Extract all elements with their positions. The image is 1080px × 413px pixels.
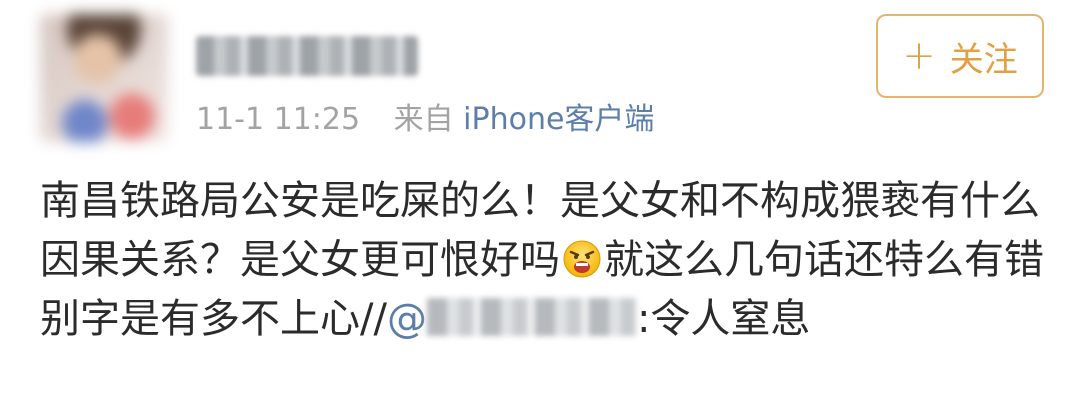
plus-icon: +: [902, 33, 936, 79]
post-timestamp: 11-1 11:25: [196, 102, 361, 137]
mention-at: @: [386, 296, 427, 342]
post-text-part3: :令人窒息: [636, 296, 811, 342]
post-meta: 11-1 11:25 来自 iPhone客户端: [196, 98, 654, 142]
mention-name-blurred: [426, 298, 637, 336]
post-body: 南昌铁路局公安是吃屎的么！是父女和不构成猥亵有什么因果关系？是父女更可恨好吗 就…: [40, 172, 1050, 349]
username-blurred[interactable]: [196, 36, 418, 76]
follow-button[interactable]: + 关注: [876, 14, 1044, 98]
post-source-prefix: 来自: [393, 102, 454, 137]
post-source-client[interactable]: iPhone客户端: [463, 102, 654, 137]
follow-label: 关注: [949, 39, 1018, 80]
avatar[interactable]: [40, 14, 168, 142]
angry-face-emoji-icon: [563, 240, 601, 278]
mention-link[interactable]: @: [387, 296, 637, 342]
